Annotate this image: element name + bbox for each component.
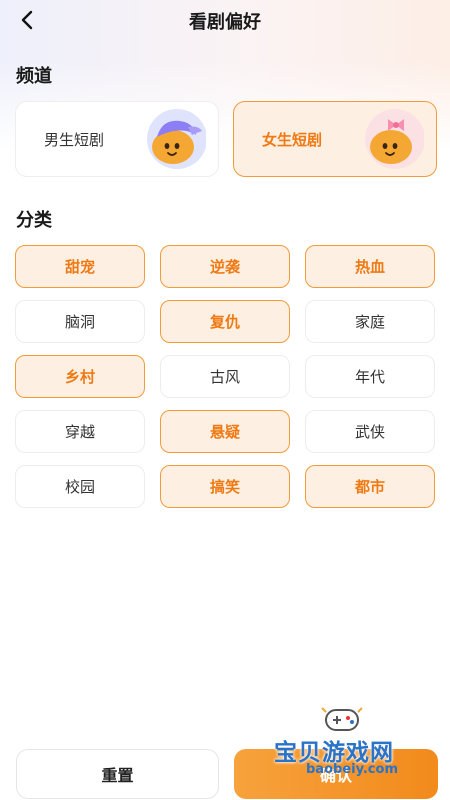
page-title: 看剧偏好 <box>189 12 261 33</box>
category-tag-rexue[interactable]: 热血 <box>305 245 435 288</box>
category-tag-wuxia[interactable]: 武侠 <box>305 410 435 453</box>
category-tag-jiating[interactable]: 家庭 <box>305 300 435 343</box>
channel-section-title: 频道 <box>16 66 52 87</box>
category-tag-chuanyue[interactable]: 穿越 <box>15 410 145 453</box>
category-tag-xuanyi[interactable]: 悬疑 <box>160 410 290 453</box>
category-tag-dushi[interactable]: 都市 <box>305 465 435 508</box>
channel-option-label: 男生短剧 <box>44 131 105 149</box>
gamepad-icon <box>321 707 363 731</box>
category-tag-tianchong[interactable]: 甜宠 <box>15 245 145 288</box>
category-tag-xiaoyuan[interactable]: 校园 <box>15 465 145 508</box>
channel-options: 男生短剧 女生短剧 <box>15 101 437 177</box>
channel-option-female[interactable]: 女生短剧 <box>233 101 437 177</box>
category-tag-gaoxiao[interactable]: 搞笑 <box>160 465 290 508</box>
channel-option-label: 女生短剧 <box>262 131 323 149</box>
category-tag-gufeng[interactable]: 古风 <box>160 355 290 398</box>
category-tag-nixi[interactable]: 逆袭 <box>160 245 290 288</box>
category-tag-xiangcun[interactable]: 乡村 <box>15 355 145 398</box>
confirm-button[interactable]: 确认 <box>234 749 438 799</box>
category-tag-naodong[interactable]: 脑洞 <box>15 300 145 343</box>
reset-button[interactable]: 重置 <box>16 749 219 799</box>
category-tag-fuchou[interactable]: 复仇 <box>160 300 290 343</box>
channel-option-male[interactable]: 男生短剧 <box>15 101 219 177</box>
category-tag-niandai[interactable]: 年代 <box>305 355 435 398</box>
app-header: 看剧偏好 <box>0 0 450 40</box>
boy-avatar-icon <box>147 109 206 169</box>
bottom-action-bar: 重置 确认 <box>0 745 450 800</box>
girl-avatar-icon <box>365 109 424 169</box>
category-section-title: 分类 <box>16 210 52 231</box>
